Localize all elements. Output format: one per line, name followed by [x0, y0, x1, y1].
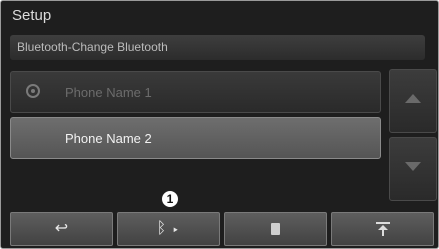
triangle-up-icon [405, 94, 421, 103]
setup-screen: Setup Bluetooth-Change Bluetooth Phone N… [0, 0, 439, 249]
document-icon [271, 222, 280, 235]
page-title: Setup [12, 7, 52, 24]
bottom-toolbar: ↩ ᛒ ▸ [10, 212, 437, 247]
radio-icon[interactable] [26, 84, 40, 98]
file-button[interactable] [224, 212, 327, 246]
move-to-top-button[interactable] [331, 212, 434, 246]
scroll-down-button[interactable] [389, 137, 437, 201]
triangle-down-icon [405, 162, 421, 171]
callout-marker: 1 [161, 190, 179, 208]
device-list: Phone Name 1 Phone Name 2 [10, 71, 381, 183]
back-arrow-icon: ↩ [54, 220, 69, 237]
list-item-phone-2[interactable]: Phone Name 2 [10, 117, 381, 159]
bluetooth-options-button[interactable]: ᛒ ▸ [117, 212, 220, 246]
list-item-phone-1[interactable]: Phone Name 1 [10, 71, 381, 113]
scroll-up-button[interactable] [389, 69, 437, 133]
back-button[interactable]: ↩ [10, 212, 113, 246]
list-item-label: Phone Name 2 [65, 131, 152, 146]
move-to-top-icon [375, 221, 390, 236]
bluetooth-icon: ᛒ ▸ [156, 220, 181, 237]
list-item-label: Phone Name 1 [65, 85, 152, 100]
subheader-label: Bluetooth-Change Bluetooth [17, 40, 168, 54]
